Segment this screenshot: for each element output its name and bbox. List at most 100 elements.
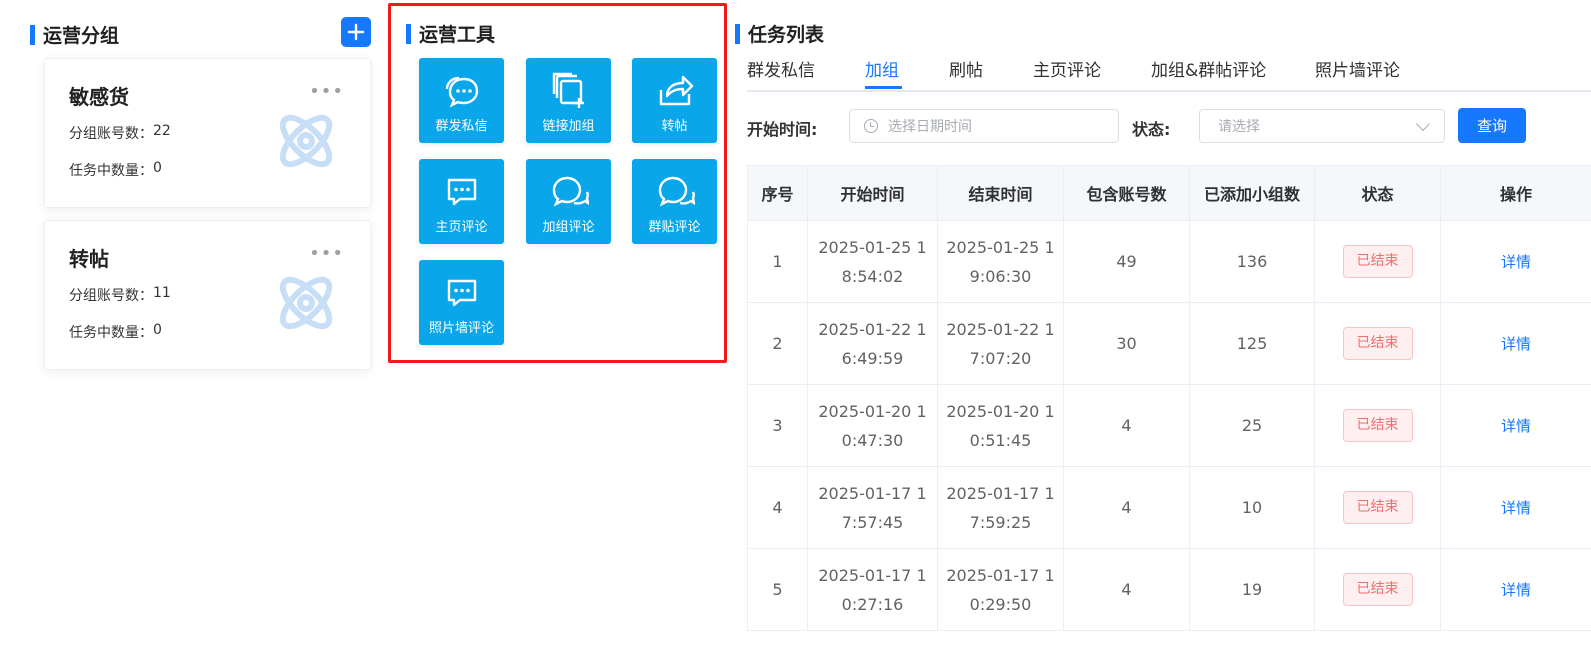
cell-status: 已结束 xyxy=(1314,220,1441,303)
plus-icon xyxy=(347,23,365,41)
status-label: 状态: xyxy=(1132,120,1171,139)
task-count-label: 任务中数量： xyxy=(69,163,153,179)
task-count-label: 任务中数量： xyxy=(69,325,153,341)
status-placeholder: 请选择 xyxy=(1218,119,1260,135)
more-icon[interactable]: ••• xyxy=(309,81,344,102)
start-time-picker[interactable]: 选择日期时间 xyxy=(849,109,1119,143)
start-time-label: 开始时间: xyxy=(747,120,818,139)
chat-bubbles-icon xyxy=(445,76,478,108)
tab-photo-wall-comment[interactable]: 照片墙评论 xyxy=(1315,56,1400,81)
tools-section-title: 运营工具 xyxy=(406,20,495,47)
cell-start: 2025-01-25 18:54:02 xyxy=(807,220,938,303)
cell-groups: 25 xyxy=(1189,384,1315,467)
cell-groups: 19 xyxy=(1189,548,1315,631)
app-root: 运营分组 敏感货 ••• 分组账号数： 22 任务中数量： 0 转帖 ••• 分… xyxy=(0,0,1591,646)
tab-group-post-comment[interactable]: 加组&群帖评论 xyxy=(1151,56,1266,81)
detail-link[interactable]: 详情 xyxy=(1501,581,1531,599)
cell-start: 2025-01-17 10:27:16 xyxy=(807,548,938,631)
tasks-section-title: 任务列表 xyxy=(735,20,824,47)
cell-accounts: 49 xyxy=(1063,220,1190,303)
group-name: 敏感货 xyxy=(69,85,129,109)
status-badge: 已结束 xyxy=(1342,573,1413,606)
cell-accounts: 4 xyxy=(1063,548,1190,631)
tool-homepage-comment[interactable]: 主页评论 xyxy=(419,159,504,244)
group-name: 转帖 xyxy=(69,247,109,271)
tool-repost[interactable]: 转帖 xyxy=(632,58,717,143)
col-header-start: 开始时间 xyxy=(807,165,938,221)
account-count-value: 11 xyxy=(153,285,171,301)
cell-action: 详情 xyxy=(1440,466,1591,549)
more-icon[interactable]: ••• xyxy=(309,243,344,264)
detail-link[interactable]: 详情 xyxy=(1501,253,1531,271)
status-badge: 已结束 xyxy=(1342,245,1413,278)
tool-label: 群贴评论 xyxy=(648,220,701,235)
atom-icon xyxy=(279,114,333,168)
tool-mass-message[interactable]: 群发私信 xyxy=(419,58,504,143)
cell-accounts: 4 xyxy=(1063,384,1190,467)
tool-group-comment[interactable]: 加组评论 xyxy=(526,159,611,244)
tabs-divider xyxy=(747,90,1591,92)
tool-label: 加组评论 xyxy=(542,220,595,235)
cell-end: 2025-01-20 10:51:45 xyxy=(937,384,1064,467)
copy-add-icon xyxy=(552,72,584,108)
col-header-end: 结束时间 xyxy=(937,165,1064,221)
table-row: 5 2025-01-17 10:27:16 2025-01-17 10:29:5… xyxy=(747,548,1591,631)
table-row: 3 2025-01-20 10:47:30 2025-01-20 10:51:4… xyxy=(747,384,1591,467)
task-count-value: 0 xyxy=(153,322,162,338)
tab-refresh-post[interactable]: 刷帖 xyxy=(949,56,983,81)
status-badge: 已结束 xyxy=(1342,491,1413,524)
detail-link[interactable]: 详情 xyxy=(1501,499,1531,517)
group-task-stat: 任务中数量： 0 xyxy=(69,160,162,180)
cell-action: 详情 xyxy=(1440,384,1591,467)
detail-link[interactable]: 详情 xyxy=(1501,335,1531,353)
chat-icon xyxy=(658,176,695,207)
table-row: 2 2025-01-22 16:49:59 2025-01-22 17:07:2… xyxy=(747,302,1591,385)
cell-status: 已结束 xyxy=(1314,466,1441,549)
share-icon xyxy=(659,75,693,106)
tab-homepage-comment[interactable]: 主页评论 xyxy=(1033,56,1101,81)
tool-label: 群发私信 xyxy=(435,119,488,134)
comment-icon xyxy=(447,279,476,307)
groups-section-title: 运营分组 xyxy=(30,21,119,48)
col-header-action: 操作 xyxy=(1440,165,1591,221)
group-task-stat: 任务中数量： 0 xyxy=(69,322,162,342)
add-group-button[interactable] xyxy=(341,17,371,47)
date-placeholder: 选择日期时间 xyxy=(888,119,972,135)
cell-action: 详情 xyxy=(1440,220,1591,303)
cell-end: 2025-01-25 19:06:30 xyxy=(937,220,1064,303)
cell-no: 3 xyxy=(747,384,808,467)
cell-no: 4 xyxy=(747,466,808,549)
status-badge: 已结束 xyxy=(1342,409,1413,442)
cell-no: 5 xyxy=(747,548,808,631)
groups-title: 运营分组 xyxy=(43,25,120,47)
tool-label: 转帖 xyxy=(661,119,688,134)
chat-icon xyxy=(552,176,589,207)
cell-start: 2025-01-20 10:47:30 xyxy=(807,384,938,467)
group-card[interactable]: 转帖 ••• 分组账号数： 11 任务中数量： 0 xyxy=(44,220,371,370)
detail-link[interactable]: 详情 xyxy=(1501,417,1531,435)
cell-start: 2025-01-22 16:49:59 xyxy=(807,302,938,385)
title-accent-bar xyxy=(735,23,740,44)
cell-accounts: 4 xyxy=(1063,466,1190,549)
chevron-down-icon xyxy=(1415,116,1431,132)
cell-end: 2025-01-17 17:59:25 xyxy=(937,466,1064,549)
tool-link-join-group[interactable]: 链接加组 xyxy=(526,58,611,143)
col-header-no: 序号 xyxy=(747,165,808,221)
tool-label: 照片墙评论 xyxy=(428,321,494,336)
status-select[interactable]: 请选择 xyxy=(1199,109,1445,143)
table-header-row: 序号 开始时间 结束时间 包含账号数 已添加小组数 状态 操作 xyxy=(747,165,1591,221)
tool-group-post-comment[interactable]: 群贴评论 xyxy=(632,159,717,244)
col-header-accounts: 包含账号数 xyxy=(1063,165,1190,221)
tool-label: 链接加组 xyxy=(542,119,595,134)
group-card[interactable]: 敏感货 ••• 分组账号数： 22 任务中数量： 0 xyxy=(44,58,371,208)
col-header-groups: 已添加小组数 xyxy=(1189,165,1315,221)
tab-mass-message[interactable]: 群发私信 xyxy=(747,56,815,81)
tool-photo-wall-comment[interactable]: 照片墙评论 xyxy=(419,260,504,345)
cell-no: 2 xyxy=(747,302,808,385)
col-header-status: 状态 xyxy=(1314,165,1441,221)
query-button[interactable]: 查询 xyxy=(1458,108,1526,143)
cell-groups: 136 xyxy=(1189,220,1315,303)
tab-join-group[interactable]: 加组 xyxy=(865,56,899,81)
cell-no: 1 xyxy=(747,220,808,303)
table-row: 1 2025-01-25 18:54:02 2025-01-25 19:06:3… xyxy=(747,220,1591,303)
